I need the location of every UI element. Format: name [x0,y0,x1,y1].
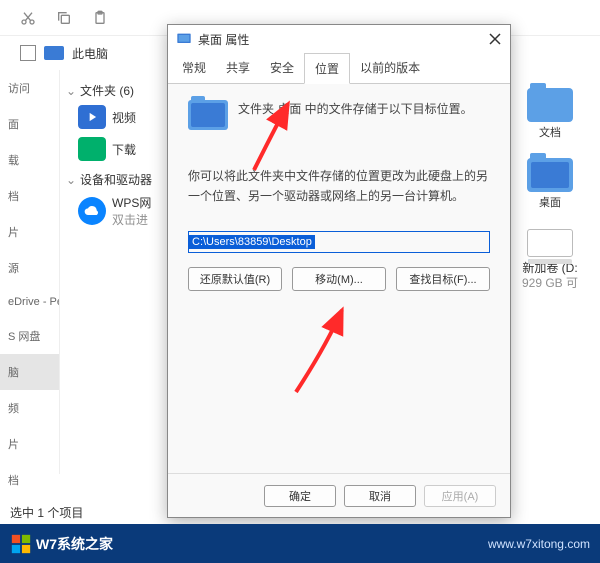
sidebar-item[interactable]: 访问 [0,70,59,106]
cancel-button[interactable]: 取消 [344,485,416,507]
sidebar-item[interactable]: 档 [0,462,59,498]
disk-icon [527,229,573,257]
copy-icon[interactable] [56,10,72,26]
dialog-body: 文件夹 桌面 中的文件存储于以下目标位置。 你可以将此文件夹中文件存储的位置更改… [168,84,510,476]
tab-4[interactable]: 以前的版本 [350,53,430,83]
brand-logo: W7系统之家 [10,533,113,555]
sidebar-item[interactable]: 档 [0,178,59,214]
restore-default-button[interactable]: 还原默认值(R) [188,267,282,291]
this-pc-icon [44,46,64,60]
desktop-folder-icon [188,100,228,130]
tab-3[interactable]: 位置 [304,53,350,84]
brand-url: www.w7xitong.com [488,537,590,551]
cloud-icon [78,197,106,225]
dialog-footer: 确定 取消 应用(A) [168,473,510,517]
cut-icon[interactable] [20,10,36,26]
desktop-icon [176,31,192,47]
sidebar-item[interactable]: 片 [0,426,59,462]
sidebar-item[interactable]: eDrive - Pers [0,286,59,318]
path-text: C:\Users\83859\Desktop [189,235,315,249]
sidebar-item[interactable]: S 网盘 [0,318,59,354]
sidebar-item[interactable]: 源 [0,250,59,286]
find-target-button[interactable]: 查找目标(F)... [396,267,490,291]
sidebar-item[interactable]: 频 [0,390,59,426]
watermark-bar: W7系统之家 www.w7xitong.com [0,524,600,563]
folder-icon [527,88,573,122]
sidebar-item[interactable]: 载 [0,142,59,178]
video-folder-icon [78,105,106,129]
ok-button[interactable]: 确定 [264,485,336,507]
folder-item-desktop[interactable]: 桌面 [510,158,590,210]
chevron-down-icon: ⌄ [66,173,76,187]
desktop-folder-icon [527,158,573,192]
dialog-title: 桌面 属性 [198,31,488,48]
drive-item[interactable]: 新加卷 (D:929 GB 可 [510,229,590,292]
tab-0[interactable]: 常规 [172,53,216,83]
tab-1[interactable]: 共享 [216,53,260,83]
path-input[interactable]: C:\Users\83859\Desktop [188,231,490,253]
sidebar-item[interactable]: 脑 [0,354,59,390]
move-button[interactable]: 移动(M)... [292,267,386,291]
windows-icon [10,533,32,555]
sidebar-item[interactable]: 片 [0,214,59,250]
address-text: 此电脑 [72,45,108,62]
dialog-line1: 文件夹 桌面 中的文件存储于以下目标位置。 [238,100,473,119]
tab-2[interactable]: 安全 [260,53,304,83]
brand-name: W7系统之家 [36,534,113,554]
paste-icon[interactable] [92,10,108,26]
dialog-line2: 你可以将此文件夹中文件存储的位置更改为此硬盘上的另一个位置、另一个驱动器或网络上… [188,166,490,207]
folder-item-docs[interactable]: 文档 [510,88,590,140]
chevron-down-icon: ⌄ [66,84,76,98]
properties-dialog: 桌面 属性 常规共享安全位置以前的版本 文件夹 桌面 中的文件存储于以下目标位置… [167,24,511,518]
downloads-folder-icon [78,137,106,161]
apply-button[interactable]: 应用(A) [424,485,496,507]
sidebar-item[interactable]: 面 [0,106,59,142]
left-nav-strip: 访问面载档片源eDrive - PersS 网盘脑频片档 [0,70,60,474]
back-icon[interactable] [20,45,36,61]
status-bar: 选中 1 个项目 [0,500,93,524]
dialog-tabs: 常规共享安全位置以前的版本 [168,53,510,84]
dialog-titlebar[interactable]: 桌面 属性 [168,25,510,53]
close-icon[interactable] [488,32,502,46]
